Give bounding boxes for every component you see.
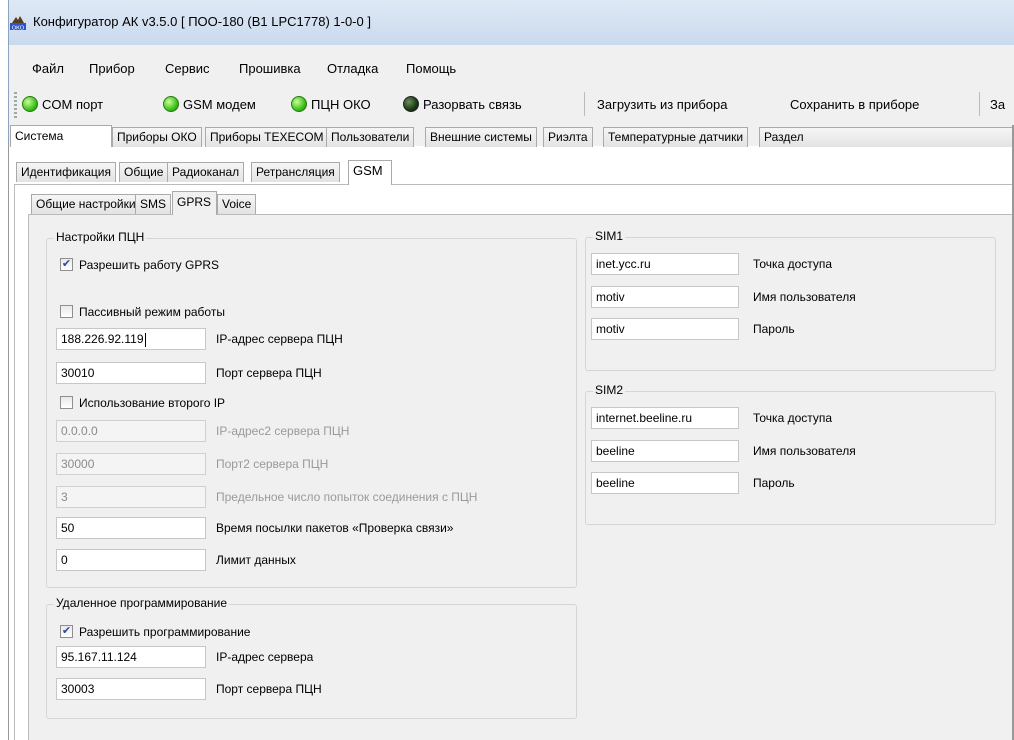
ptsn-oko-button[interactable]: ПЦН ОКО (291, 93, 371, 115)
server-port-label: Порт сервера ПЦН (216, 366, 322, 380)
tab-general-settings[interactable]: Общие настройки (31, 194, 141, 214)
sim1-password-label: Пароль (753, 322, 795, 336)
tab-texecom-devices[interactable]: Приборы TEXECOM (205, 127, 329, 147)
sim1-legend: SIM1 (593, 229, 626, 243)
tab-partitions[interactable]: Раздел (759, 127, 1014, 147)
toolbar-separator (584, 92, 585, 116)
passive-mode-label: Пассивный режим работы (79, 305, 225, 319)
enable-programming-checkbox[interactable]: ✔ (60, 625, 73, 638)
server-ip-field[interactable]: 188.226.92.119 (56, 328, 206, 350)
menu-device[interactable]: Прибор (89, 61, 135, 76)
sim2-password-label: Пароль (753, 476, 795, 490)
com-port-label: COM порт (42, 96, 104, 112)
sim2-user-label: Имя пользователя (753, 444, 856, 458)
sim2-legend: SIM2 (593, 383, 626, 397)
tab-oko-devices[interactable]: Приборы ОКО (112, 127, 202, 147)
tab-general[interactable]: Общие (119, 162, 169, 182)
menu-firmware[interactable]: Прошивка (239, 61, 301, 76)
tab-retranslation[interactable]: Ретрансляция (251, 162, 340, 182)
tab-system[interactable]: Система (10, 125, 112, 147)
status-led-icon (22, 96, 38, 112)
remote-server-port-label: Порт сервера ПЦН (216, 682, 322, 696)
server-port2-label: Порт2 сервера ПЦН (216, 457, 329, 471)
toolbar-separator (979, 92, 980, 116)
status-led-icon (163, 96, 179, 112)
disconnect-button[interactable]: Разорвать связь (403, 93, 522, 115)
disconnect-label: Разорвать связь (423, 96, 522, 112)
disconnect-led-icon (403, 96, 419, 112)
server-port2-field[interactable]: 30000 (56, 453, 206, 475)
ptsn-oko-label: ПЦН ОКО (311, 96, 371, 112)
menu-debug[interactable]: Отладка (327, 61, 378, 76)
passive-mode-checkbox[interactable] (60, 305, 73, 318)
keepalive-field[interactable]: 50 (56, 517, 206, 539)
tab-temperature-sensors[interactable]: Температурные датчики (603, 127, 749, 147)
server-ip2-field[interactable]: 0.0.0.0 (56, 420, 206, 442)
sim1-apn-field[interactable]: inet.ycc.ru (591, 253, 739, 275)
ptsn-settings-legend: Настройки ПЦН (54, 230, 147, 244)
tab-radio-channel[interactable]: Радиоканал (167, 162, 245, 182)
oko-app-icon: ОКО (10, 16, 26, 31)
status-led-icon (291, 96, 307, 112)
sim2-apn-field[interactable]: internet.beeline.ru (591, 407, 739, 429)
load-from-device-button[interactable]: Загрузить из прибора (597, 93, 727, 115)
window-title: Конфигуратор АК v3.5.0 [ ПОО-180 (B1 LPC… (33, 14, 371, 29)
gsm-modem-label: GSM модем (183, 96, 256, 112)
tab-voice[interactable]: Voice (217, 194, 257, 214)
second-ip-checkbox[interactable] (60, 396, 73, 409)
sim2-user-field[interactable]: beeline (591, 440, 739, 462)
remote-server-ip-label: IP-адрес сервера (216, 650, 314, 664)
tab-sms[interactable]: SMS (135, 194, 172, 214)
sim1-user-field[interactable]: motiv (591, 286, 739, 308)
enable-gprs-checkbox[interactable]: ✔ (60, 258, 73, 271)
tab-gprs[interactable]: GPRS (172, 191, 217, 215)
remote-server-port-field[interactable]: 30003 (56, 678, 206, 700)
max-attempts-field[interactable]: 3 (56, 486, 206, 508)
sim2-apn-label: Точка доступа (753, 411, 833, 425)
tab-external-systems[interactable]: Внешние системы (425, 127, 537, 147)
menu-service[interactable]: Сервис (165, 61, 210, 76)
com-port-button[interactable]: COM порт (22, 93, 103, 115)
max-attempts-label: Предельное число попыток соединения с ПЦ… (216, 490, 478, 504)
menu-help[interactable]: Помощь (406, 61, 456, 76)
server-ip-label: IP-адрес сервера ПЦН (216, 332, 343, 346)
server-ip2-label: IP-адрес2 сервера ПЦН (216, 424, 350, 438)
remote-server-ip-field[interactable]: 95.167.11.124 (56, 646, 206, 668)
toolbar-grip[interactable] (14, 92, 17, 118)
data-limit-label: Лимит данных (216, 553, 296, 567)
keepalive-label: Время посылки пакетов «Проверка связи» (216, 521, 454, 535)
enable-gprs-label: Разрешить работу GPRS (79, 258, 220, 272)
svg-text:ОКО: ОКО (12, 26, 25, 31)
save-to-device-button[interactable]: Сохранить в приборе (790, 93, 919, 115)
gsm-modem-button[interactable]: GSM модем (163, 93, 256, 115)
second-ip-label: Использование второго IP (79, 396, 226, 410)
data-limit-field[interactable]: 0 (56, 549, 206, 571)
server-port-field[interactable]: 30010 (56, 362, 206, 384)
text-caret (144, 332, 146, 347)
menu-bar (8, 45, 1014, 85)
sim1-user-label: Имя пользователя (753, 290, 856, 304)
tab-identification[interactable]: Идентификация (16, 162, 116, 182)
toolbar-truncated-button[interactable]: За (990, 93, 1005, 115)
tab-rielta[interactable]: Риэлта (543, 127, 593, 147)
sim1-password-field[interactable]: motiv (591, 318, 739, 340)
remote-programming-legend: Удаленное программирование (54, 596, 230, 610)
tab-users[interactable]: Пользователи (326, 127, 415, 147)
sim2-password-field[interactable]: beeline (591, 472, 739, 494)
tab-gsm[interactable]: GSM (348, 160, 392, 185)
sim1-apn-label: Точка доступа (753, 257, 833, 271)
enable-programming-label: Разрешить программирование (79, 625, 251, 639)
server-ip-value: 188.226.92.119 (61, 332, 144, 346)
menu-file[interactable]: Файл (32, 61, 64, 76)
